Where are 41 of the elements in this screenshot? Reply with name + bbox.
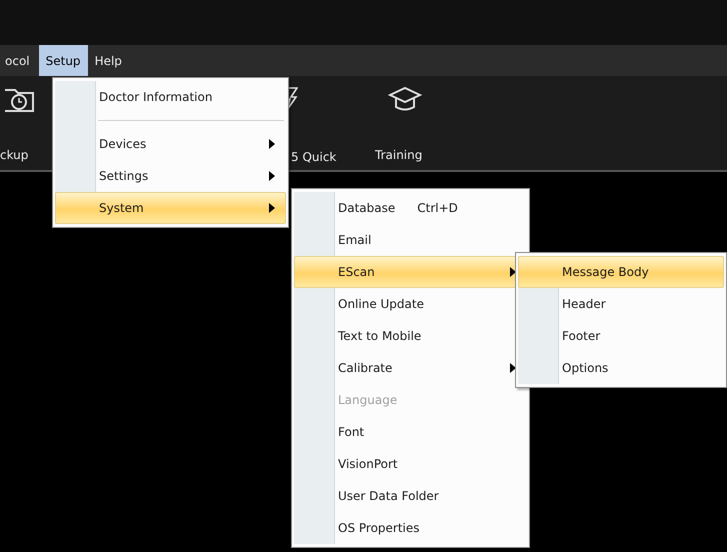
menu-item-label: Text to Mobile — [338, 329, 422, 343]
menu-item-label: System — [99, 201, 144, 215]
menu-item[interactable]: Doctor Information — [55, 81, 286, 113]
menu-item-label: VisionPort — [338, 457, 398, 471]
toolbar-label[interactable]: Training — [375, 148, 422, 162]
menu-item-label: Doctor Information — [99, 90, 212, 104]
menu-item[interactable]: Devices — [55, 128, 286, 160]
menu-item-label: Footer — [562, 329, 600, 343]
menu-item-label: Calibrate — [338, 361, 392, 375]
menu-item-label: OS Properties — [338, 521, 420, 535]
menu-item[interactable]: User Data Folder — [294, 480, 527, 512]
menu-item-label: Options — [562, 361, 608, 375]
menu-item[interactable]: Message Body — [518, 256, 724, 288]
menu-item-label: Language — [338, 393, 398, 407]
menu-item-label: Message Body — [562, 265, 649, 279]
menu-item-label: Settings — [99, 169, 148, 183]
menu-bar-item[interactable]: Setup — [38, 45, 88, 76]
menu-item-label: Email — [338, 233, 372, 247]
folder-clock-icon[interactable] — [5, 86, 35, 112]
toolbar-label[interactable]: ckup — [0, 148, 28, 162]
menu-item-label: Header — [562, 297, 606, 311]
menu-item[interactable]: Footer — [518, 320, 724, 352]
menu-item[interactable]: Database Ctrl+D — [294, 192, 527, 224]
menu-item-label: User Data Folder — [338, 489, 439, 503]
menu-item-label: Online Update — [338, 297, 424, 311]
menu-item-label: EScan — [338, 265, 375, 279]
menu-item[interactable]: System — [55, 192, 286, 224]
shortcut-label: Ctrl+D — [417, 201, 458, 215]
menu-item[interactable]: Settings — [55, 160, 286, 192]
menu-bar-item[interactable]: Help — [88, 45, 129, 76]
menu-item-label: Database — [338, 201, 396, 215]
menu-item[interactable]: Header — [518, 288, 724, 320]
menu-item[interactable]: OS Properties — [294, 512, 527, 544]
graduation-cap-icon[interactable] — [388, 86, 422, 112]
menu-item-label: Font — [338, 425, 364, 439]
menu-item[interactable]: VisionPort — [294, 448, 527, 480]
menu-item[interactable]: Email — [294, 224, 527, 256]
menu-item[interactable]: Font — [294, 416, 527, 448]
menu-item-label: Devices — [99, 137, 146, 151]
menu-bar-item[interactable]: ocol — [0, 45, 37, 76]
toolbar-label[interactable]: 5 Quick — [291, 150, 336, 164]
